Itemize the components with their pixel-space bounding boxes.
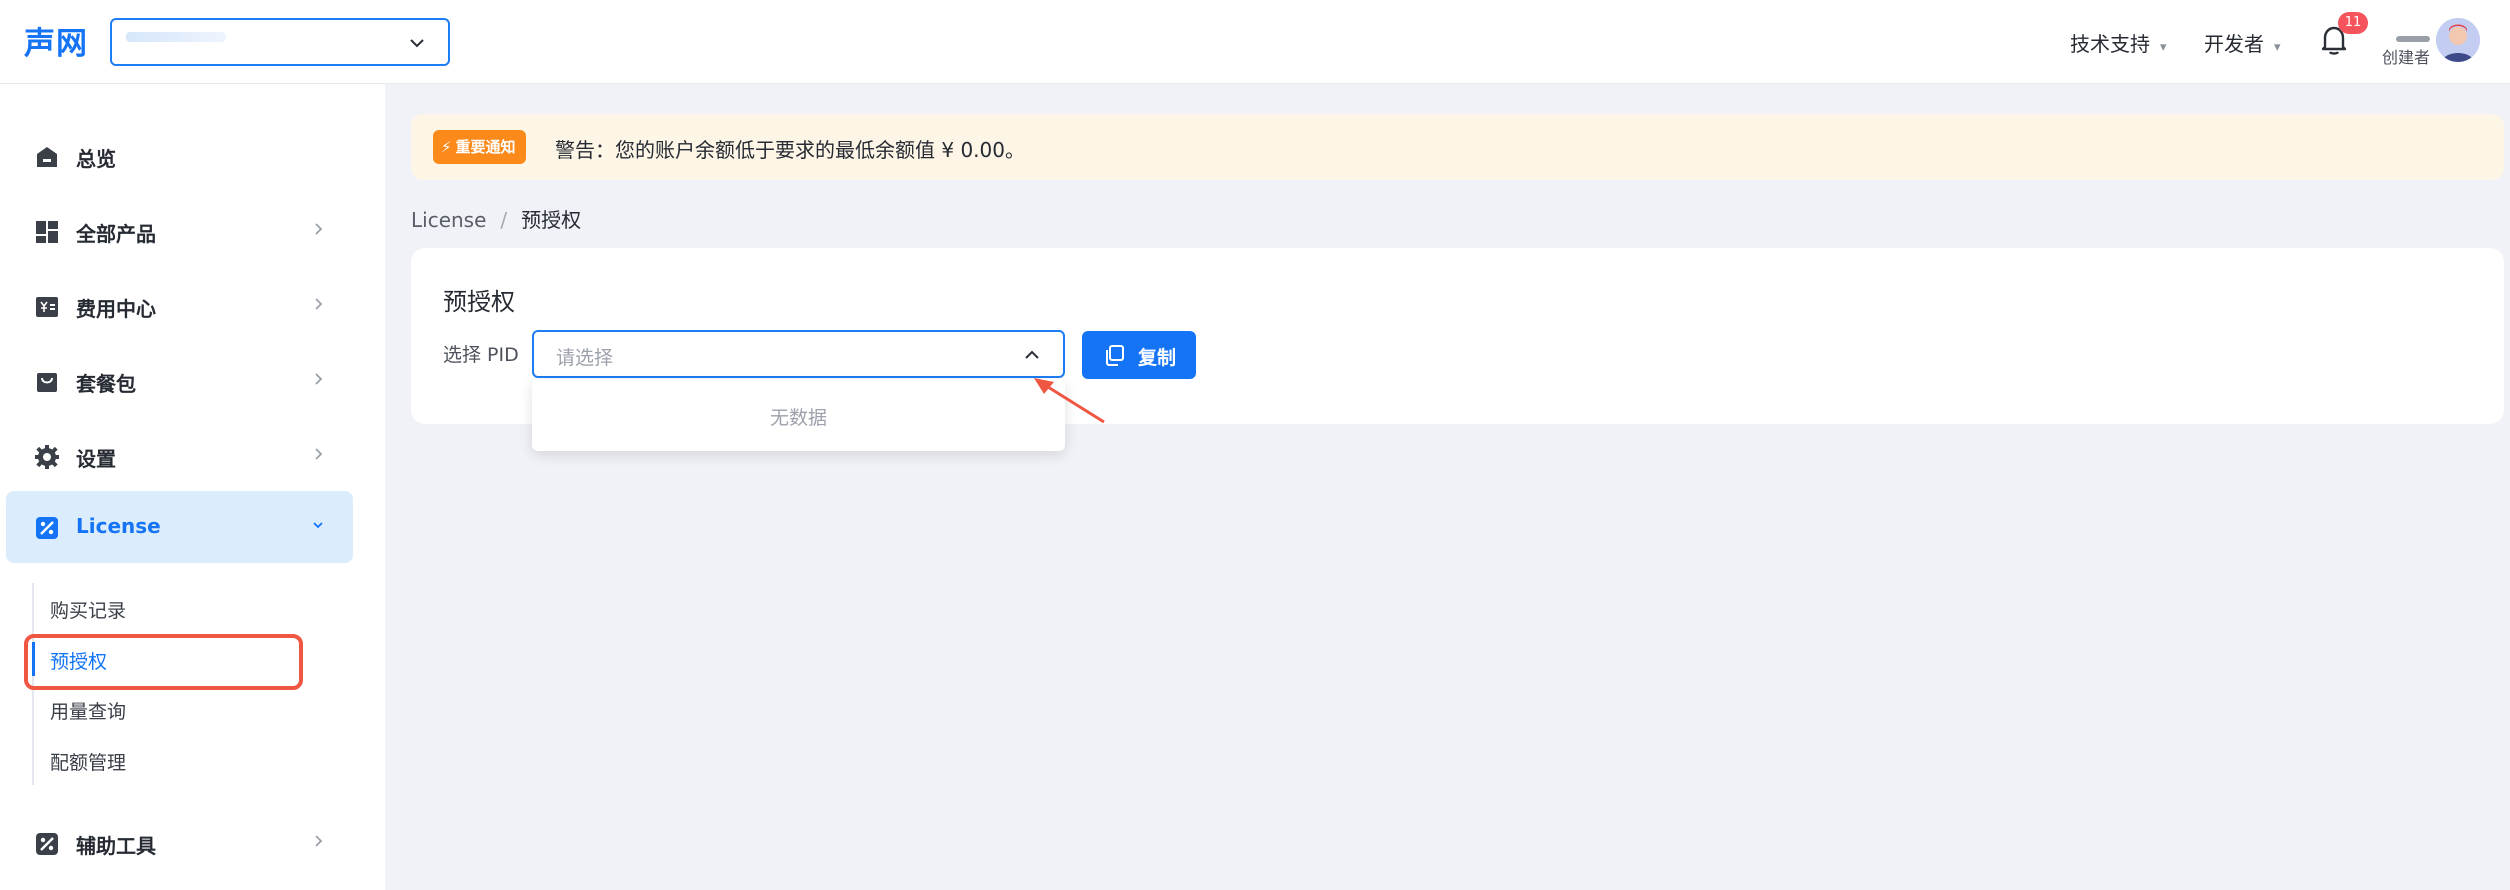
breadcrumb: License / 预授权 (411, 204, 581, 233)
grid-icon (34, 219, 60, 245)
sidebar-item-label: 辅助工具 (76, 834, 156, 858)
chevron-down-icon (408, 34, 426, 56)
sidebar-item-label: License (76, 514, 161, 538)
dropdown-empty-text: 无数据 (769, 407, 827, 429)
pid-dropdown-menu: 无数据 (532, 379, 1065, 451)
chevron-right-icon (313, 833, 325, 853)
top-header: 声网 技术支持 ▾ 开发者 ▾ 11 创建者 (0, 0, 2510, 84)
sidebar-item-packages[interactable]: 套餐包 (6, 345, 353, 417)
brand-logo[interactable]: 声网 (24, 18, 88, 63)
chevron-right-icon (313, 446, 325, 466)
pid-label: 选择 PID (443, 344, 519, 366)
subnav-item-quota-management[interactable]: 配额管理 (50, 748, 126, 775)
notice-text: 警告：您的账户余额低于要求的最低余额值 ¥ 0.00。 (555, 138, 1025, 162)
notification-badge: 11 (2338, 12, 2368, 34)
chevron-right-icon (313, 371, 325, 391)
avatar[interactable] (2436, 18, 2480, 62)
notice-tag-label: 重要通知 (455, 138, 516, 156)
sidebar-item-license[interactable]: License (6, 491, 353, 563)
annotation-arrow-icon (1028, 372, 1118, 432)
caret-down-icon: ▾ (2274, 40, 2281, 55)
home-icon (34, 144, 60, 170)
bag-icon (34, 369, 60, 395)
support-menu[interactable]: 技术支持 ▾ (2070, 28, 2167, 57)
subnav-item-usage-query[interactable]: 用量查询 (50, 697, 126, 724)
chevron-down-icon (311, 517, 325, 537)
sidebar-item-tools[interactable]: 辅助工具 (6, 807, 353, 879)
chevron-right-icon (313, 296, 325, 316)
project-select[interactable] (110, 18, 450, 66)
sidebar-item-overview[interactable]: 总览 (6, 120, 353, 192)
pid-select[interactable]: 请选择 (532, 330, 1065, 378)
tool-icon (34, 831, 60, 857)
important-notice-bar: ⚡ 重要通知 警告：您的账户余额低于要求的最低余额值 ¥ 0.00。 (411, 114, 2504, 180)
user-name-redacted (2396, 36, 2430, 42)
sidebar-item-billing[interactable]: 费用中心 (6, 270, 353, 342)
pid-placeholder: 请选择 (556, 347, 614, 369)
sidebar-item-label: 套餐包 (76, 372, 136, 396)
breadcrumb-current: 预授权 (521, 208, 582, 232)
support-label: 技术支持 (2070, 32, 2150, 56)
subnav-item-purchase-records[interactable]: 购买记录 (50, 596, 126, 623)
breadcrumb-parent[interactable]: License (411, 208, 486, 232)
caret-down-icon: ▾ (2160, 40, 2167, 55)
sidebar-item-label: 全部产品 (76, 222, 156, 246)
page-title: 预授权 (443, 288, 515, 316)
billing-icon (34, 294, 60, 320)
lightning-icon: ⚡ (441, 138, 452, 156)
developer-label: 开发者 (2204, 32, 2264, 56)
sidebar-item-label: 总览 (76, 147, 116, 171)
gear-icon (34, 444, 60, 470)
sidebar-item-settings[interactable]: 设置 (6, 420, 353, 492)
user-role: 创建者 (2382, 48, 2431, 67)
chevron-up-icon (1023, 346, 1041, 368)
copy-label: 复制 (1138, 347, 1177, 369)
license-icon (34, 515, 60, 541)
breadcrumb-separator: / (500, 208, 508, 232)
chevron-right-icon (313, 221, 325, 241)
sidebar-item-label: 设置 (76, 447, 116, 471)
project-name-redacted (126, 32, 226, 42)
developer-menu[interactable]: 开发者 ▾ (2204, 28, 2281, 57)
copy-icon (1102, 343, 1126, 372)
sidebar-item-label: 费用中心 (76, 297, 156, 321)
sidebar: 总览 全部产品 费用中心 套餐包 设置 License 购买记录 预授权 用量查… (0, 84, 385, 890)
notice-tag: ⚡ 重要通知 (433, 130, 526, 164)
annotation-highlight-box (24, 634, 303, 690)
sidebar-item-products[interactable]: 全部产品 (6, 195, 353, 267)
